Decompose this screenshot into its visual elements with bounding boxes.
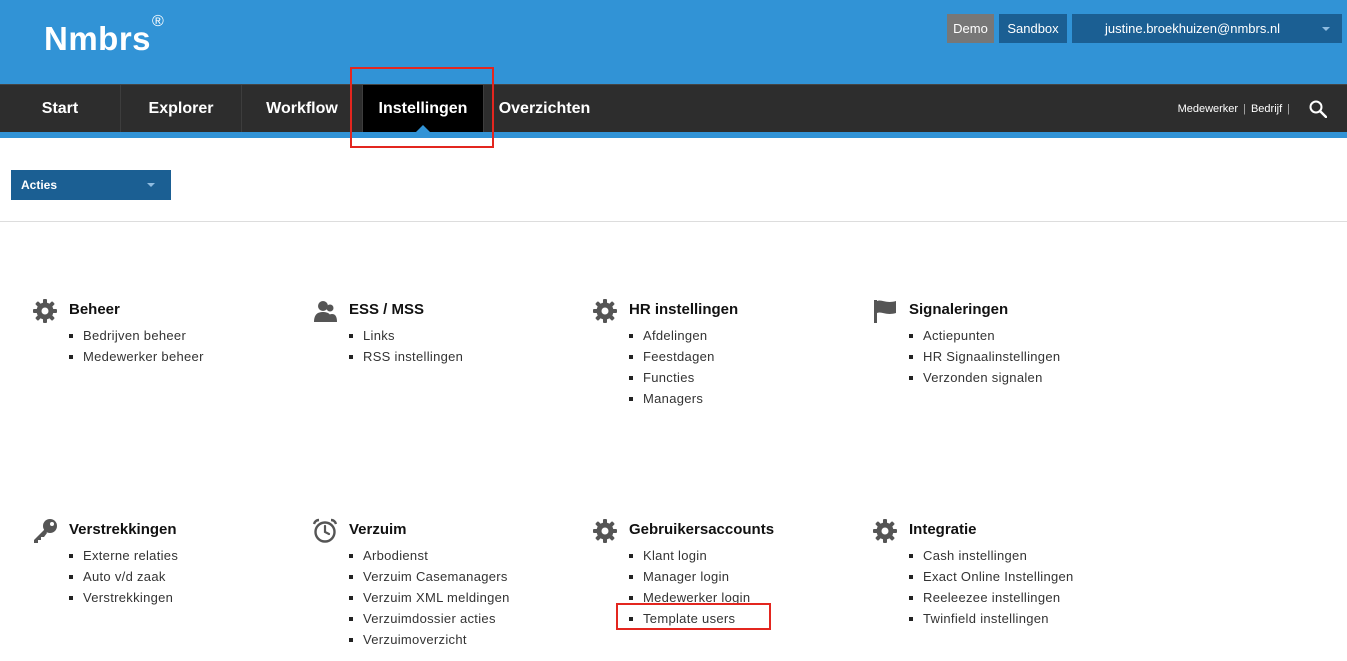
user-email: justine.broekhuizen@nmbrs.nl: [1105, 21, 1281, 36]
nav-workflow[interactable]: Workflow: [242, 85, 363, 133]
link-reeleezee-instellingen[interactable]: Reeleezee instellingen: [909, 587, 1074, 608]
gear-icon: [872, 518, 898, 544]
link-hr-signaalinstellingen[interactable]: HR Signaalinstellingen: [908, 346, 1060, 367]
separator: |: [1243, 103, 1246, 115]
link-klant-login[interactable]: Klant login: [628, 545, 750, 566]
section-title: Verstrekkingen: [69, 521, 177, 538]
medewerker-link[interactable]: Medewerker: [1178, 103, 1239, 115]
link-verzuimoverzicht[interactable]: Verzuimoverzicht: [349, 629, 510, 650]
separator: |: [1287, 103, 1290, 115]
link-actiepunten[interactable]: Actiepunten: [908, 325, 1060, 346]
sandbox-button[interactable]: Sandbox: [999, 14, 1067, 43]
gear-icon: [592, 518, 618, 544]
section-title: Verzuim: [349, 521, 407, 538]
nmbrs-logo[interactable]: Nmbrs®: [44, 13, 164, 58]
link-functies[interactable]: Functies: [629, 367, 715, 388]
link-externe-relaties[interactable]: Externe relaties: [68, 545, 178, 566]
nav-explorer[interactable]: Explorer: [121, 85, 242, 133]
flag-icon: [874, 300, 896, 323]
link-bedrijven-beheer[interactable]: Bedrijven beheer: [69, 325, 204, 346]
section-links: Arbodienst Verzuim Casemanagers Verzuim …: [349, 545, 510, 650]
section-title: Gebruikersaccounts: [629, 521, 775, 538]
bedrijf-link[interactable]: Bedrijf: [1251, 103, 1282, 115]
gear-icon: [32, 298, 58, 324]
link-afdelingen[interactable]: Afdelingen: [629, 325, 715, 346]
chevron-down-icon: [1322, 27, 1330, 31]
link-verzuim-casemanagers[interactable]: Verzuim Casemanagers: [349, 566, 510, 587]
demo-button[interactable]: Demo: [947, 14, 994, 43]
link-exact-online-instellingen[interactable]: Exact Online Instellingen: [909, 566, 1074, 587]
gear-icon: [592, 298, 618, 324]
link-managers[interactable]: Managers: [629, 388, 715, 409]
annotation-highlight-instellingen: [350, 67, 494, 148]
divider: [0, 221, 1347, 222]
link-verzuimdossier-acties[interactable]: Verzuimdossier acties: [349, 608, 510, 629]
quick-links: Medewerker | Bedrijf |: [1178, 85, 1295, 133]
link-auto-vd-zaak[interactable]: Auto v/d zaak: [68, 566, 178, 587]
section-links: Links RSS instellingen: [348, 325, 463, 367]
link-twinfield-instellingen[interactable]: Twinfield instellingen: [909, 608, 1074, 629]
section-title: Beheer: [69, 301, 120, 318]
section-links: Externe relaties Auto v/d zaak Verstrekk…: [68, 545, 178, 608]
acties-dropdown[interactable]: Acties: [11, 170, 171, 200]
section-links: Bedrijven beheer Medewerker beheer: [69, 325, 204, 367]
link-manager-login[interactable]: Manager login: [628, 566, 750, 587]
section-links: Afdelingen Feestdagen Functies Managers: [629, 325, 715, 409]
link-verstrekkingen[interactable]: Verstrekkingen: [68, 587, 178, 608]
chevron-down-icon: [147, 183, 155, 187]
top-header: Nmbrs® Demo Sandbox justine.broekhuizen@…: [0, 0, 1347, 84]
key-icon: [34, 519, 57, 543]
section-title: Integratie: [909, 521, 977, 538]
annotation-highlight-template-users: [616, 603, 771, 630]
link-verzonden-signalen[interactable]: Verzonden signalen: [908, 367, 1060, 388]
link-cash-instellingen[interactable]: Cash instellingen: [909, 545, 1074, 566]
nav-start[interactable]: Start: [0, 85, 121, 133]
nav-overzichten[interactable]: Overzichten: [484, 85, 605, 133]
users-icon: [314, 301, 337, 322]
section-title: HR instellingen: [629, 301, 739, 318]
link-verzuim-xml-meldingen[interactable]: Verzuim XML meldingen: [349, 587, 510, 608]
alarm-clock-icon: [312, 518, 338, 543]
link-feestdagen[interactable]: Feestdagen: [629, 346, 715, 367]
nav-accent-bar: [0, 132, 1347, 138]
section-links: Actiepunten HR Signaalinstellingen Verzo…: [908, 325, 1060, 388]
user-menu[interactable]: justine.broekhuizen@nmbrs.nl: [1072, 14, 1342, 43]
section-links: Cash instellingen Exact Online Instellin…: [909, 545, 1074, 629]
section-title: Signaleringen: [909, 301, 1009, 318]
search-icon[interactable]: [1309, 100, 1327, 118]
link-arbodienst[interactable]: Arbodienst: [349, 545, 510, 566]
link-rss-instellingen[interactable]: RSS instellingen: [348, 346, 463, 367]
link-medewerker-beheer[interactable]: Medewerker beheer: [69, 346, 204, 367]
acties-label: Acties: [21, 178, 58, 192]
section-title: ESS / MSS: [349, 301, 425, 318]
main-nav: Start Explorer Workflow Instellingen Ove…: [0, 84, 1347, 133]
link-links[interactable]: Links: [348, 325, 463, 346]
